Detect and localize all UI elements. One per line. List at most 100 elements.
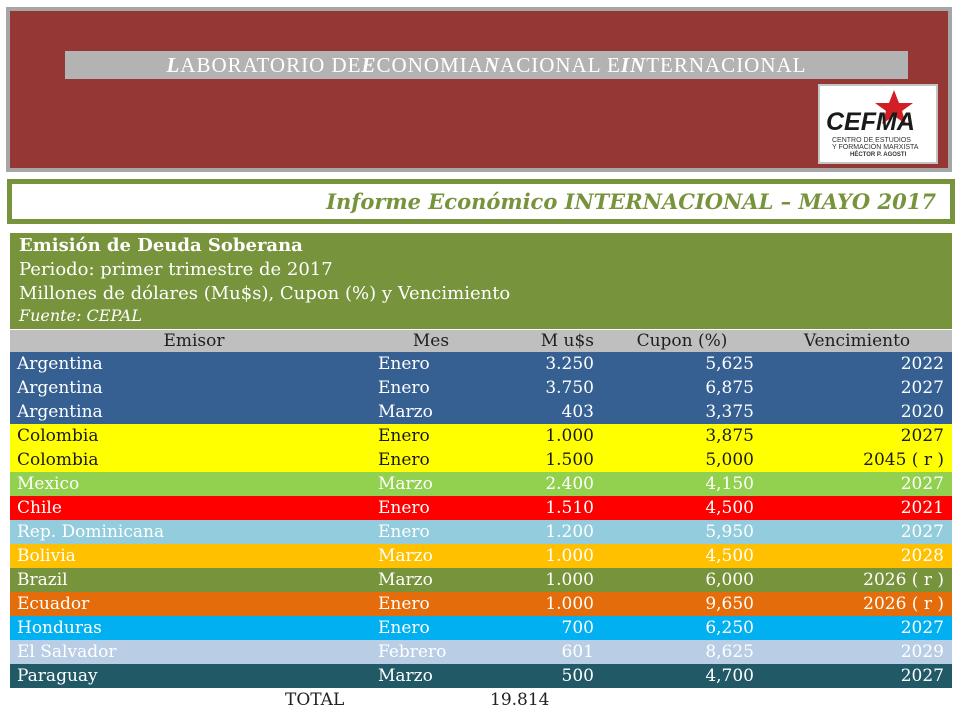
cell-cupon: 8,625: [705, 642, 754, 662]
cell-monto: 601: [561, 642, 594, 662]
cell-mes: Enero: [378, 354, 430, 374]
table-header-row: Emisor Mes M u$s Cupon (%) Vencimiento: [10, 330, 952, 352]
cell-mes: Febrero: [378, 642, 447, 662]
cell-vencimiento: 2020: [900, 402, 944, 422]
title-part-2: ECONOMIA: [361, 53, 484, 77]
cell-vencimiento: 2026 ( r ): [863, 570, 944, 590]
cell-monto: 1.200: [545, 522, 594, 542]
cell-monto: 1.500: [545, 450, 594, 470]
report-title-box: Informe Económico INTERNACIONAL – MAYO 2…: [7, 179, 955, 224]
cell-monto: 3.250: [545, 354, 594, 374]
cell-cupon: 5,000: [705, 450, 754, 470]
cell-vencimiento: 2027: [900, 522, 944, 542]
cell-mes: Enero: [378, 522, 430, 542]
table-row: Chile Enero 1.510 4,500 2021: [10, 496, 952, 520]
cell-vencimiento: 2026 ( r ): [863, 594, 944, 614]
logo-line-3: HÉCTOR P. AGOSTI: [850, 150, 907, 158]
total-spacer-2: [602, 688, 762, 712]
table-row: Bolivia Marzo 1.000 4,500 2028: [10, 544, 952, 568]
table-row: Paraguay Marzo 500 4,700 2027: [10, 664, 952, 688]
logo-line-1: CENTRO DE ESTUDIOS: [832, 137, 911, 144]
cell-cupon: 4,500: [705, 498, 754, 518]
table-row: Ecuador Enero 1.000 9,650 2026 ( r ): [10, 592, 952, 616]
cell-cupon: 6,875: [705, 378, 754, 398]
table-row: Argentina Enero 3.250 5,625 2022: [10, 352, 952, 376]
total-spacer-3: [762, 688, 952, 712]
header-cupon: Cupon (%): [602, 330, 762, 352]
info-period: Periodo: primer trimestre de 2017: [19, 259, 333, 280]
cell-cupon: 5,950: [705, 522, 754, 542]
cefma-logo-graphic: CEFMA CENTRO DE ESTUDIOS Y FORMACIÓN MAR…: [826, 90, 919, 158]
cell-monto: 3.750: [545, 378, 594, 398]
header-emisor: Emisor: [10, 330, 378, 352]
cell-emisor: Chile: [17, 498, 62, 518]
logo-name: CEFMA: [826, 108, 915, 136]
cell-monto: 500: [561, 666, 594, 686]
cell-monto: 700: [561, 618, 594, 638]
cell-monto: 1.000: [545, 426, 594, 446]
cell-mes: Enero: [378, 618, 430, 638]
logo-line-2: Y FORMACIÓN MARXISTA: [832, 142, 919, 151]
cell-vencimiento: 2021: [900, 498, 944, 518]
cell-mes: Marzo: [378, 474, 433, 494]
cell-cupon: 3,875: [705, 426, 754, 446]
title-part-1: LABORATORIO DE: [166, 53, 362, 77]
cell-mes: Marzo: [378, 570, 433, 590]
header-banner: LABORATORIO DE ECONOMIA NACIONAL E INTER…: [6, 7, 952, 172]
report-title: Informe Económico INTERNACIONAL – MAYO 2…: [326, 189, 936, 214]
cell-vencimiento: 2027: [900, 474, 944, 494]
cell-cupon: 6,000: [705, 570, 754, 590]
table-row: Colombia Enero 1.000 3,875 2027: [10, 424, 952, 448]
header-vencimiento: Vencimiento: [762, 330, 952, 352]
cell-emisor: Ecuador: [17, 594, 90, 614]
cell-mes: Marzo: [378, 402, 433, 422]
total-label: TOTAL: [10, 688, 378, 712]
cell-mes: Enero: [378, 426, 430, 446]
total-monto: 19.814: [484, 688, 602, 712]
cell-emisor: Rep. Dominicana: [17, 522, 165, 542]
cell-vencimiento: 2027: [900, 426, 944, 446]
cell-cupon: 3,375: [705, 402, 754, 422]
cell-emisor: Argentina: [17, 378, 103, 398]
title-part-3: NACIONAL E: [483, 53, 621, 77]
lab-title: LABORATORIO DE ECONOMIA NACIONAL E INTER…: [65, 51, 908, 79]
cell-mes: Enero: [378, 378, 430, 398]
table-info-block: Emisión de Deuda Soberana Periodo: prime…: [10, 233, 952, 329]
cell-cupon: 4,500: [705, 546, 754, 566]
cell-vencimiento: 2027: [900, 666, 944, 686]
cell-emisor: Bolivia: [17, 546, 76, 566]
table-row: Brazil Marzo 1.000 6,000 2026 ( r ): [10, 568, 952, 592]
cell-vencimiento: 2022: [900, 354, 944, 374]
cell-emisor: Colombia: [17, 450, 99, 470]
cell-mes: Marzo: [378, 546, 433, 566]
cell-cupon: 9,650: [705, 594, 754, 614]
table-row: Honduras Enero 700 6,250 2027: [10, 616, 952, 640]
info-units: Millones de dólares (Mu$s), Cupon (%) y …: [19, 283, 511, 304]
cell-emisor: Honduras: [17, 618, 102, 638]
cell-emisor: El Salvador: [17, 642, 117, 662]
table-row: Argentina Enero 3.750 6,875 2027: [10, 376, 952, 400]
cell-emisor: Argentina: [17, 354, 103, 374]
info-source: Fuente: CEPAL: [19, 306, 142, 325]
cell-mes: Marzo: [378, 666, 433, 686]
title-part-4: INTERNACIONAL: [620, 53, 807, 77]
cell-cupon: 6,250: [705, 618, 754, 638]
cell-vencimiento: 2028: [900, 546, 944, 566]
cell-monto: 1.000: [545, 546, 594, 566]
header-monto: M u$s: [484, 330, 602, 352]
debt-issuance-table: Emisor Mes M u$s Cupon (%) Vencimiento A…: [10, 330, 952, 712]
cell-vencimiento: 2027: [900, 618, 944, 638]
cell-vencimiento: 2027: [900, 378, 944, 398]
table-row: Mexico Marzo 2.400 4,150 2027: [10, 472, 952, 496]
table-row: Rep. Dominicana Enero 1.200 5,950 2027: [10, 520, 952, 544]
cell-monto: 403: [561, 402, 594, 422]
cefma-logo: CEFMA CENTRO DE ESTUDIOS Y FORMACIÓN MAR…: [818, 84, 938, 164]
cell-emisor: Paraguay: [17, 666, 98, 686]
info-title: Emisión de Deuda Soberana: [19, 235, 303, 256]
cell-monto: 1.000: [545, 594, 594, 614]
cell-cupon: 4,700: [705, 666, 754, 686]
cell-vencimiento: 2029: [900, 642, 944, 662]
cell-cupon: 5,625: [705, 354, 754, 374]
table-row: El Salvador Febrero 601 8,625 2029: [10, 640, 952, 664]
total-row: TOTAL 19.814: [10, 688, 952, 712]
